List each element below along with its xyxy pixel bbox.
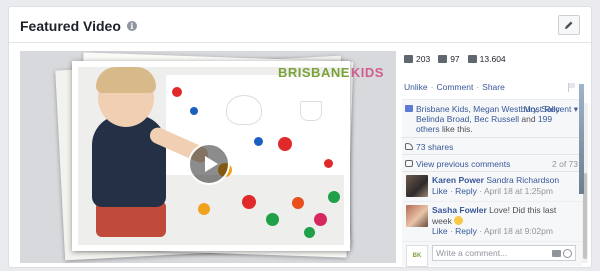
info-icon[interactable]: i	[126, 21, 137, 31]
avatar[interactable]	[406, 175, 428, 197]
comment-input[interactable]: Write a comment...	[432, 245, 576, 261]
comment-input-placeholder: Write a comment...	[436, 248, 508, 258]
stats-row: 203 97 13.604	[402, 51, 580, 67]
shares-count[interactable]: 73 shares	[416, 142, 453, 152]
video-thumbnail	[72, 61, 350, 251]
play-icon	[204, 156, 218, 172]
views-stat: 13.604	[467, 54, 506, 64]
comment-item: Sasha Fowler Love! Did this last week Li…	[402, 202, 582, 242]
video-camera-icon	[467, 55, 477, 63]
brand-text-left: BRISBANE	[278, 65, 350, 80]
sticker-dot	[314, 213, 327, 226]
comment-like-link[interactable]: Like	[432, 186, 448, 196]
comment-link[interactable]: Comment	[436, 82, 473, 92]
comment-icon	[405, 160, 413, 167]
action-links: Unlike · Comment · Share	[404, 82, 576, 92]
child-hair	[96, 67, 156, 93]
brand-text-right: KIDS	[350, 65, 384, 80]
page-avatar: BK	[406, 245, 428, 267]
brisbane-kids-logo: BRISBANE KIDS	[278, 65, 384, 80]
sticker-dot	[198, 203, 210, 215]
toy-cup	[300, 101, 322, 121]
comment-meta: Like · Reply · April 18 at 9:02pm	[432, 226, 553, 236]
like-thumb-icon	[405, 105, 413, 112]
smile-emoji-icon	[454, 215, 464, 225]
sticker-dot	[254, 137, 263, 146]
sticker-dot	[328, 191, 340, 203]
comment-meta: Like · Reply · April 18 at 1:25pm	[432, 185, 553, 196]
emoji-icon[interactable]	[563, 249, 572, 258]
avatar[interactable]	[406, 205, 428, 227]
camera-icon[interactable]	[552, 250, 561, 257]
card-header: Featured Video i	[9, 7, 591, 43]
shares-row[interactable]: 73 shares	[402, 138, 582, 155]
previous-comments-row: View previous comments 2 of 73	[402, 155, 582, 172]
separator: ·	[430, 82, 434, 92]
edit-button[interactable]	[558, 15, 580, 35]
comment-author[interactable]: Karen Power	[432, 175, 484, 185]
likes-and: and	[519, 114, 538, 124]
comment-item: Karen Power Sandra Richardson Like · Rep…	[402, 172, 582, 202]
comment-time[interactable]: April 18 at 1:25pm	[484, 186, 553, 196]
likes-count: 203	[416, 54, 431, 64]
thumbs-up-icon	[404, 55, 413, 63]
comment-time[interactable]: April 18 at 9:02pm	[484, 226, 553, 236]
video-player[interactable]: BRISBANE KIDS	[20, 51, 396, 263]
comment-reply-link[interactable]: Reply	[455, 226, 477, 236]
play-button[interactable]	[188, 143, 230, 185]
sticker-dot	[242, 195, 256, 209]
sticker-dot	[190, 107, 198, 115]
views-count: 13.604	[479, 54, 506, 64]
featured-video-card: Featured Video i BRISBANE KIDS 203 97 13…	[8, 6, 592, 268]
comment-text[interactable]: Sandra Richardson	[484, 175, 559, 185]
adjacent-content-edge	[579, 84, 584, 194]
pencil-icon	[565, 21, 573, 29]
card-title: Featured Video i	[20, 18, 137, 34]
engagement-sidebar: 203 97 13.604 Unlike · Comment · Share B…	[402, 51, 582, 267]
share-link[interactable]: Share	[482, 82, 505, 92]
likes-tail: like this.	[439, 124, 473, 134]
comments-stat[interactable]: 97	[438, 54, 460, 64]
comment-like-link[interactable]: Like	[432, 226, 448, 236]
view-previous-link[interactable]: View previous comments	[416, 159, 510, 169]
likes-summary: Brisbane Kids, Megan Westbury, Sally Bel…	[402, 100, 582, 138]
comments-panel: Brisbane Kids, Megan Westbury, Sally Bel…	[402, 99, 582, 267]
sticker-dot	[278, 137, 292, 151]
share-icon	[405, 143, 413, 150]
sticker-dot	[324, 159, 333, 168]
write-comment-row: BK Write a comment...	[402, 242, 582, 267]
card-title-text: Featured Video	[20, 18, 121, 34]
comments-page-count: 2 of 73	[552, 159, 578, 169]
sticker-dot	[292, 197, 304, 209]
sticker-dot	[266, 213, 279, 226]
likes-stat[interactable]: 203	[404, 54, 430, 64]
sticker-dot	[172, 87, 182, 97]
sort-dropdown[interactable]: Most Recent ▾	[524, 104, 578, 114]
comment-author[interactable]: Sasha Fowler	[432, 205, 487, 215]
comment-bubble-icon	[438, 55, 448, 63]
sticker-dot	[304, 227, 315, 238]
separator: ·	[476, 82, 480, 92]
video-scene	[78, 67, 344, 245]
toy-teapot	[226, 95, 262, 125]
unlike-link[interactable]: Unlike	[404, 82, 428, 92]
flag-icon[interactable]	[568, 82, 576, 92]
comments-count: 97	[450, 54, 460, 64]
comment-reply-link[interactable]: Reply	[455, 186, 477, 196]
